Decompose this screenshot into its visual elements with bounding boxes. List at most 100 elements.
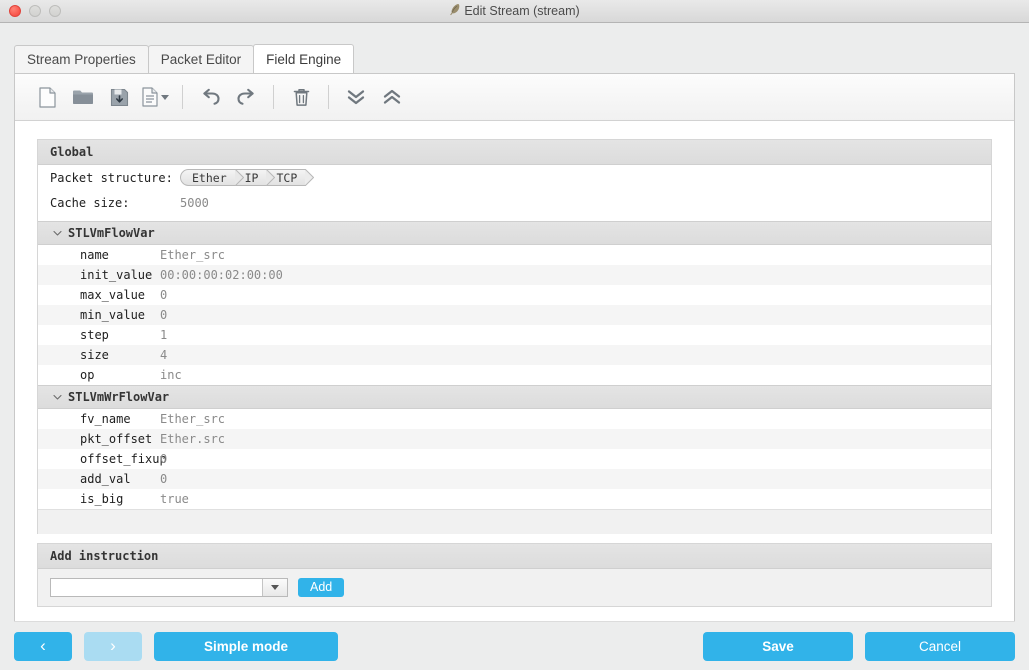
table-row[interactable]: is_big true	[38, 489, 991, 509]
packet-structure-breadcrumb: Ether IP TCP	[180, 168, 315, 187]
open-button[interactable]	[65, 80, 101, 114]
window-controls	[0, 5, 61, 17]
packet-structure-crumb-ether[interactable]: Ether	[180, 168, 244, 187]
template-dropdown-button[interactable]	[137, 80, 173, 114]
save-disk-icon	[110, 88, 129, 107]
cache-size-label: Cache size:	[50, 195, 130, 210]
new-document-icon	[38, 86, 56, 108]
row-key: init_value	[80, 268, 153, 282]
undo-button[interactable]	[192, 80, 228, 114]
group-title: STLVmFlowVar	[68, 226, 155, 240]
row-value[interactable]: inc	[160, 368, 182, 382]
tab-field-engine[interactable]: Field Engine	[253, 44, 355, 73]
chevron-left-icon: ‹	[40, 636, 46, 655]
row-value[interactable]: Ether_src	[160, 248, 225, 262]
row-value[interactable]: 0	[160, 472, 167, 486]
expand-all-button[interactable]	[338, 80, 374, 114]
redo-arrow-icon	[236, 88, 257, 106]
double-chevron-down-icon	[346, 88, 366, 106]
collapse-all-button[interactable]	[374, 80, 410, 114]
delete-button[interactable]	[283, 80, 319, 114]
group-header-stlvmflowvar[interactable]: STLVmFlowVar	[38, 221, 991, 245]
table-row[interactable]: max_value 0	[38, 285, 991, 305]
window-title: Edit Stream (stream)	[464, 3, 580, 18]
chevron-down-icon	[271, 585, 279, 590]
toolbar-divider	[273, 85, 274, 109]
table-row[interactable]: step 1	[38, 325, 991, 345]
crumb-arrow-icon	[266, 168, 276, 187]
row-value[interactable]: 4	[160, 348, 167, 362]
redo-button[interactable]	[228, 80, 264, 114]
table-row[interactable]: offset_fixup 0	[38, 449, 991, 469]
instruction-combobox[interactable]	[50, 578, 288, 597]
simple-mode-button[interactable]: Simple mode	[154, 631, 338, 661]
group-title: STLVmWrFlowVar	[68, 390, 170, 404]
back-button[interactable]: ‹	[14, 631, 72, 661]
tab-stream-properties[interactable]: Stream Properties	[14, 45, 149, 73]
row-key: offset_fixup	[80, 452, 167, 466]
instruction-dropdown-button[interactable]	[262, 579, 287, 596]
trash-icon	[293, 88, 310, 107]
row-value[interactable]: 00:00:00:02:00:00	[160, 268, 283, 282]
chevron-down-icon[interactable]	[46, 394, 68, 401]
row-key: name	[80, 248, 109, 262]
table-row[interactable]: init_value 00:00:00:02:00:00	[38, 265, 991, 285]
chevron-down-icon	[160, 94, 169, 100]
tab-label: Packet Editor	[160, 52, 242, 67]
chevron-down-icon[interactable]	[46, 230, 68, 237]
tab-packet-editor[interactable]: Packet Editor	[147, 45, 255, 73]
table-row[interactable]: size 4	[38, 345, 991, 365]
row-value[interactable]: true	[160, 492, 189, 506]
global-section-header: Global	[38, 140, 991, 165]
save-dialog-button[interactable]: Save	[703, 631, 853, 661]
row-key: pkt_offset	[80, 432, 153, 446]
minimize-button[interactable]	[29, 5, 41, 17]
window-title-area: Edit Stream (stream)	[0, 0, 1029, 23]
close-button[interactable]	[9, 5, 21, 17]
new-button[interactable]	[29, 80, 65, 114]
tab-label: Stream Properties	[27, 52, 136, 67]
table-row[interactable]: min_value 0	[38, 305, 991, 325]
undo-arrow-icon	[200, 88, 221, 106]
double-chevron-up-icon	[382, 88, 402, 106]
add-instruction-button[interactable]: Add	[298, 578, 345, 597]
table-row[interactable]: pkt_offset Ether.src	[38, 429, 991, 449]
row-key: add_val	[80, 472, 131, 486]
row-value[interactable]: 1	[160, 328, 167, 342]
row-value[interactable]: Ether.src	[160, 432, 225, 446]
table-row[interactable]: name Ether_src	[38, 245, 991, 265]
dialog-footer: ‹ › Simple mode Save Cancel	[0, 622, 1029, 670]
row-key: fv_name	[80, 412, 131, 426]
row-key: step	[80, 328, 109, 342]
add-instruction-panel: Add instruction Add	[37, 543, 992, 607]
row-key: size	[80, 348, 109, 362]
row-value[interactable]: 0	[160, 452, 167, 466]
forward-button[interactable]: ›	[84, 631, 142, 661]
table-row[interactable]: op inc	[38, 365, 991, 385]
table-row[interactable]: add_val 0	[38, 469, 991, 489]
window-titlebar: Edit Stream (stream)	[0, 0, 1029, 23]
row-value[interactable]: 0	[160, 288, 167, 302]
chevron-right-icon: ›	[110, 636, 116, 655]
simple-mode-label: Simple mode	[203, 638, 289, 654]
add-instruction-header: Add instruction	[38, 544, 991, 569]
field-engine-toolbar	[15, 74, 1014, 121]
tab-bar: Stream Properties Packet Editor Field En…	[14, 43, 1029, 73]
save-label: Save	[762, 638, 794, 654]
open-folder-icon	[72, 88, 94, 106]
toolbar-divider	[328, 85, 329, 109]
cancel-label: Cancel	[918, 638, 962, 654]
row-value[interactable]: 0	[160, 308, 167, 322]
field-engine-panel: Global Packet structure: Ether IP TCP Ca…	[14, 73, 1015, 625]
cancel-button[interactable]: Cancel	[865, 631, 1015, 661]
cache-size-value[interactable]: 5000	[180, 196, 209, 210]
field-engine-content: Global Packet structure: Ether IP TCP Ca…	[15, 121, 1014, 626]
packet-structure-label: Packet structure:	[50, 170, 173, 185]
save-button[interactable]	[101, 80, 137, 114]
row-value[interactable]: Ether_src	[160, 412, 225, 426]
group-header-stlvmwrflowvar[interactable]: STLVmWrFlowVar	[38, 385, 991, 409]
crumb-arrow-icon	[304, 168, 315, 187]
instruction-input[interactable]	[53, 581, 260, 594]
table-row[interactable]: fv_name Ether_src	[38, 409, 991, 429]
maximize-button[interactable]	[49, 5, 61, 17]
